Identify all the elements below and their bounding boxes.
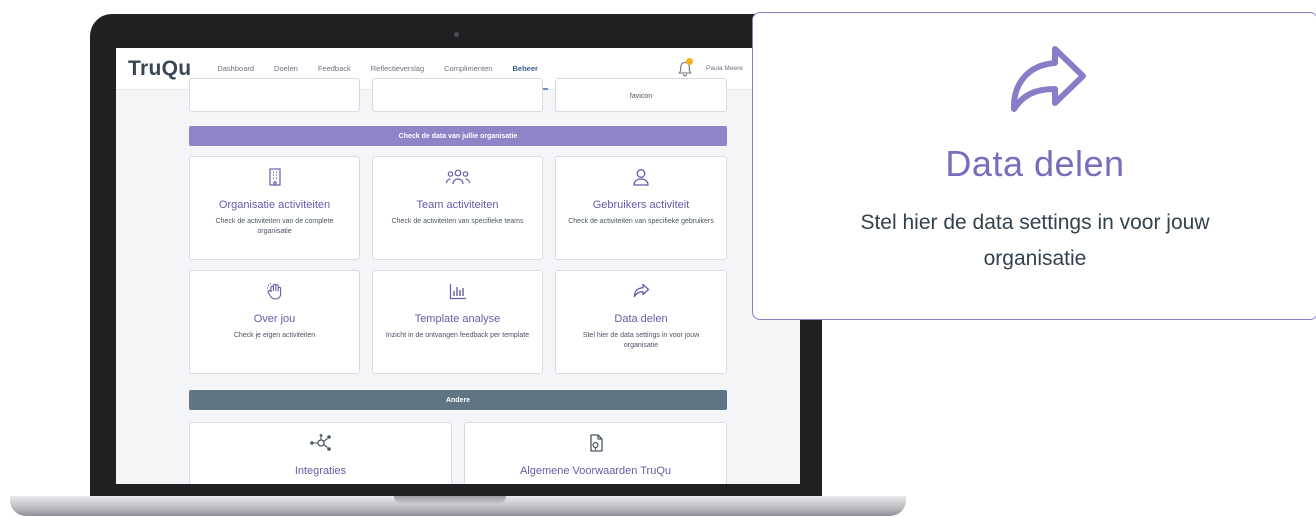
callout-title: Data delen xyxy=(945,143,1125,184)
share-icon xyxy=(633,283,650,298)
card-title: Organisatie activiteiten xyxy=(218,199,331,211)
card-description: Check de activiteiten van specifieke tea… xyxy=(391,218,524,225)
card-organisatie-activiteiten[interactable]: Organisatie activiteiten Check de activi… xyxy=(189,156,360,260)
section-check-data: Check de data van jullie organisatie xyxy=(189,126,727,146)
card-gebruikers-activiteit[interactable]: Gebruikers activiteit Check de activitei… xyxy=(555,156,727,260)
partial-card-middle[interactable] xyxy=(372,78,543,112)
partial-card-left[interactable] xyxy=(189,78,360,112)
card-description: Stel hier de data settings in voor jouw … xyxy=(582,332,700,349)
card-description: Inzicht in de ontvangen feedback per tem… xyxy=(385,332,530,339)
card-title: Over jou xyxy=(253,313,296,325)
card-title: Gebruikers activiteit xyxy=(592,199,690,211)
section-andere: Andere xyxy=(189,390,727,410)
card-title: Algemene Voorwaarden TruQu xyxy=(519,465,672,477)
card-title: Data delen xyxy=(614,313,668,325)
notification-badge xyxy=(686,58,693,65)
truqu-logo[interactable]: TruQu xyxy=(128,57,191,81)
share-arrow-icon xyxy=(1010,46,1086,112)
user-icon xyxy=(633,169,649,186)
laptop-notch xyxy=(394,496,506,504)
card-description: Check je eigen activiteiten xyxy=(233,332,316,339)
card-over-jou[interactable]: Over jou Check je eigen activiteiten xyxy=(189,270,360,374)
card-data-delen[interactable]: Data delen Stel hier de data settings in… xyxy=(555,270,727,374)
card-title: Team activiteiten xyxy=(416,199,499,211)
building-icon xyxy=(268,168,281,186)
card-description: Check de activiteiten van specifieke geb… xyxy=(568,218,714,225)
favicon-label: favicon xyxy=(629,93,653,100)
laptop-frame: TruQu Dashboard Doelen Feedback Reflecti… xyxy=(90,14,822,498)
callout-description: Stel hier de data settings in voor jouw … xyxy=(860,211,1210,270)
card-algemene-voorwaarden[interactable]: Algemene Voorwaarden TruQu xyxy=(464,422,727,484)
bar-chart-icon xyxy=(449,284,466,300)
laptop-screen: TruQu Dashboard Doelen Feedback Reflecti… xyxy=(116,48,800,484)
webcam-dot xyxy=(454,32,459,37)
user-name[interactable]: Paula Meere xyxy=(706,65,743,72)
feature-callout-panel: Data delen Stel hier de data settings in… xyxy=(752,12,1316,320)
document-icon xyxy=(589,434,603,452)
card-description: Check de activiteiten van de complete or… xyxy=(215,218,334,235)
card-integraties[interactable]: Integraties xyxy=(189,422,452,484)
hand-icon xyxy=(266,282,281,300)
card-template-analyse[interactable]: Template analyse Inzicht in de ontvangen… xyxy=(372,270,543,374)
card-team-activiteiten[interactable]: Team activiteiten Check de activiteiten … xyxy=(372,156,543,260)
card-title: Integraties xyxy=(294,465,347,477)
integration-icon xyxy=(309,434,331,451)
partial-card-right[interactable]: favicon xyxy=(555,78,727,112)
card-title: Template analyse xyxy=(414,313,501,325)
team-icon xyxy=(445,169,470,185)
